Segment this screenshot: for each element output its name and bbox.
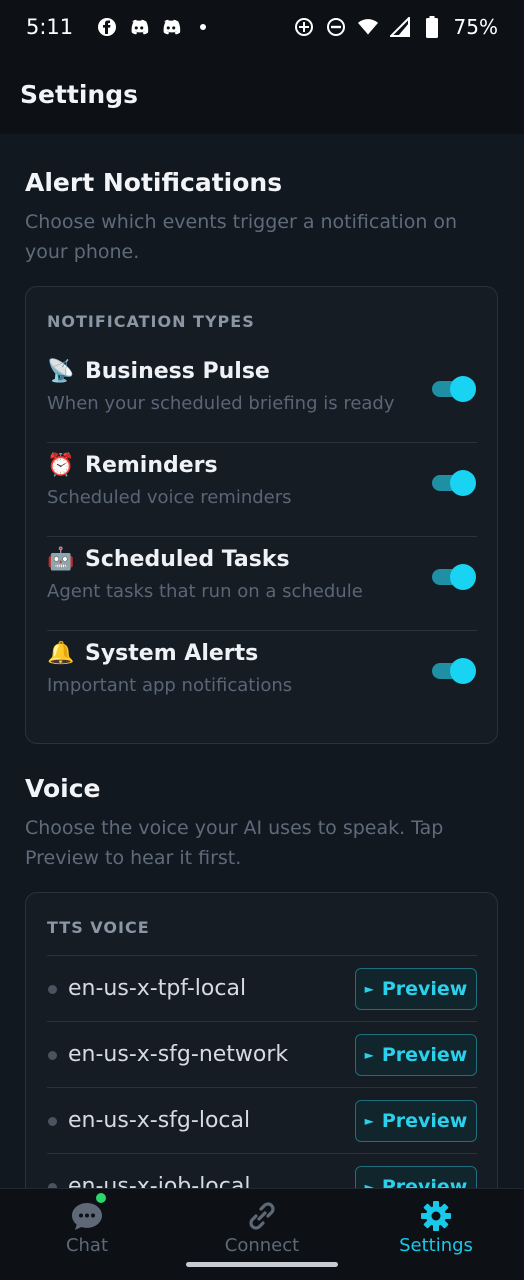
voice-section-title: Voice [25, 774, 101, 803]
online-indicator [96, 1193, 106, 1203]
radio-indicator[interactable] [48, 1051, 57, 1060]
link-icon [245, 1199, 279, 1233]
scheduled-tasks-toggle[interactable] [432, 564, 476, 590]
tts-voice-card: TTS VOICE en-us-x-tpf-local ► Preview en-… [25, 892, 498, 1188]
notification-types-card: NOTIFICATION TYPES 📡 Business Pulse When… [25, 286, 498, 744]
play-icon: ► [364, 1180, 374, 1188]
notification-description: Important app notifications [47, 675, 293, 696]
nav-connect[interactable]: Connect [197, 1199, 327, 1256]
battery-percent: 75% [453, 15, 498, 39]
card-label: NOTIFICATION TYPES [47, 312, 255, 331]
chat-bubble-icon [70, 1193, 106, 1233]
notification-title: Reminders [85, 453, 218, 478]
voice-name: en-us-x-iob-local [68, 1174, 251, 1188]
notification-row-system-alerts[interactable]: 🔔 System Alerts Important app notificati… [47, 631, 477, 725]
app-bar: Settings [0, 54, 524, 134]
notification-title: Scheduled Tasks [85, 547, 290, 572]
signal-icon [389, 17, 410, 37]
settings-content[interactable]: Alert Notifications Choose which events … [0, 134, 524, 1188]
voice-section-description: Choose the voice your AI uses to speak. … [25, 817, 444, 869]
facebook-icon [97, 17, 117, 37]
play-icon: ► [364, 1048, 374, 1062]
data-saver-icon [294, 17, 314, 37]
notification-icons [97, 17, 213, 37]
alarm-clock-icon: ⏰ [47, 453, 75, 478]
card-label: TTS VOICE [47, 918, 150, 937]
battery-icon [422, 16, 442, 38]
home-indicator[interactable] [186, 1262, 338, 1267]
notification-description: Agent tasks that run on a schedule [47, 581, 363, 602]
voice-name: en-us-x-tpf-local [68, 976, 247, 1001]
notification-description: When your scheduled briefing is ready [47, 393, 395, 414]
notification-title: Business Pulse [85, 359, 270, 384]
nav-label: Chat [65, 1235, 109, 1256]
preview-button[interactable]: ► Preview [355, 1100, 477, 1142]
voice-name: en-us-x-sfg-local [68, 1108, 251, 1133]
voice-row[interactable]: en-us-x-tpf-local ► Preview [47, 956, 477, 1022]
robot-icon: 🤖 [47, 547, 75, 572]
more-dot-icon [193, 17, 213, 37]
play-icon: ► [364, 1114, 374, 1128]
radio-indicator[interactable] [48, 1117, 57, 1126]
preview-button[interactable]: ► Preview [355, 968, 477, 1010]
gear-icon [419, 1199, 453, 1233]
voice-name: en-us-x-sfg-network [68, 1042, 289, 1067]
radio-indicator[interactable] [48, 985, 57, 994]
nav-label: Connect [224, 1235, 300, 1256]
status-time: 5:11 [26, 15, 74, 39]
page-title: Settings [20, 79, 139, 109]
play-icon: ► [364, 982, 374, 996]
satellite-icon: 📡 [47, 359, 75, 384]
system-alerts-toggle[interactable] [432, 658, 476, 684]
preview-button[interactable]: ► Preview [355, 1166, 477, 1188]
bell-icon: 🔔 [47, 641, 75, 666]
discord-icon [129, 17, 149, 37]
voice-row[interactable]: en-us-x-iob-local ► Preview [47, 1154, 477, 1188]
status-bar: 5:11 75% [0, 0, 524, 54]
dnd-icon [326, 17, 346, 37]
voice-row[interactable]: en-us-x-sfg-local ► Preview [47, 1088, 477, 1154]
notification-title: System Alerts [85, 641, 259, 666]
alerts-section-description: Choose which events trigger a notificati… [25, 211, 458, 263]
nav-settings[interactable]: Settings [371, 1199, 501, 1256]
reminders-toggle[interactable] [432, 470, 476, 496]
nav-chat[interactable]: Chat [22, 1193, 152, 1256]
nav-label: Settings [399, 1235, 473, 1256]
notification-description: Scheduled voice reminders [47, 487, 292, 508]
voice-row[interactable]: en-us-x-sfg-network ► Preview [47, 1022, 477, 1088]
alerts-section-title: Alert Notifications [25, 168, 283, 197]
preview-button[interactable]: ► Preview [355, 1034, 477, 1076]
notification-row-business-pulse[interactable]: 📡 Business Pulse When your scheduled bri… [47, 349, 477, 443]
discord-icon [161, 17, 181, 37]
notification-row-reminders[interactable]: ⏰ Reminders Scheduled voice reminders [47, 443, 477, 537]
notification-row-scheduled-tasks[interactable]: 🤖 Scheduled Tasks Agent tasks that run o… [47, 537, 477, 631]
wifi-icon [357, 17, 378, 37]
business-pulse-toggle[interactable] [432, 376, 476, 402]
